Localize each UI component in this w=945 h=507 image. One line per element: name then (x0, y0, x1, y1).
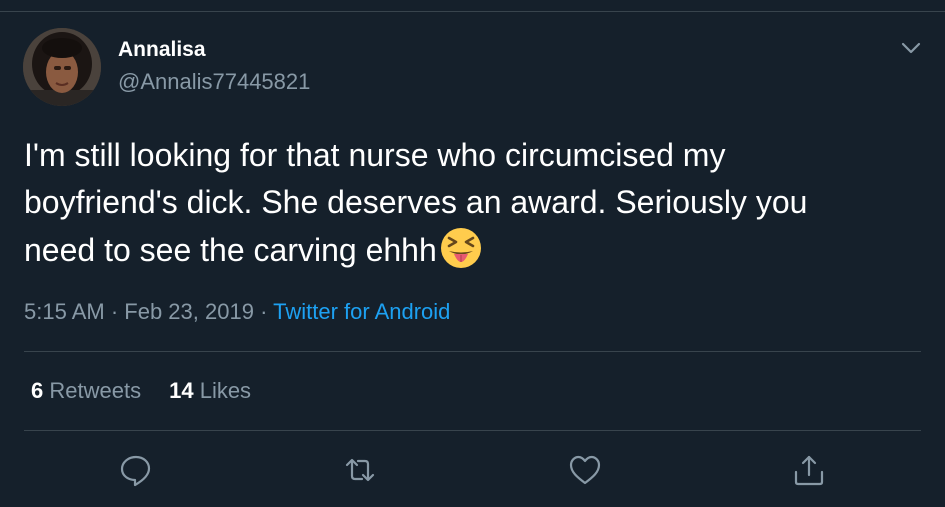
display-name[interactable]: Annalisa (118, 37, 206, 63)
chevron-down-icon[interactable] (896, 36, 926, 60)
like-icon[interactable] (567, 452, 603, 488)
tweet-body: I'm still looking for that nurse who cir… (24, 137, 808, 268)
tweet-text: I'm still looking for that nurse who cir… (24, 132, 924, 274)
avatar[interactable] (23, 28, 101, 106)
retweets-label: Retweets (49, 378, 142, 403)
retweet-icon[interactable] (342, 452, 378, 488)
tweet-source-link[interactable]: Twitter for Android (273, 299, 450, 324)
squinting-face-with-tongue-icon (439, 226, 483, 270)
likes-count: 14 (169, 378, 194, 403)
top-divider (0, 11, 945, 12)
likes-stat[interactable]: 14 Likes (169, 378, 251, 403)
reply-icon[interactable] (118, 452, 154, 488)
tweet-date[interactable]: Feb 23, 2019 (124, 299, 254, 324)
avatar-image (23, 28, 101, 106)
share-icon[interactable] (791, 452, 827, 488)
tweet-meta: 5:15 AM · Feb 23, 2019 · Twitter for And… (24, 298, 450, 326)
likes-label: Likes (199, 378, 252, 403)
retweets-count: 6 (31, 378, 44, 403)
divider (24, 351, 921, 352)
tweet-time[interactable]: 5:15 AM (24, 299, 105, 324)
retweets-stat[interactable]: 6 Retweets (31, 378, 141, 403)
meta-separator: · (253, 299, 274, 324)
tweet-stats: 6 Retweets 14 Likes (31, 377, 251, 405)
meta-separator: · (104, 299, 125, 324)
divider (24, 430, 921, 431)
tweet-page: Annalisa @Annalis77445821 I'm still look… (0, 0, 945, 507)
user-handle[interactable]: @Annalis77445821 (118, 68, 310, 96)
